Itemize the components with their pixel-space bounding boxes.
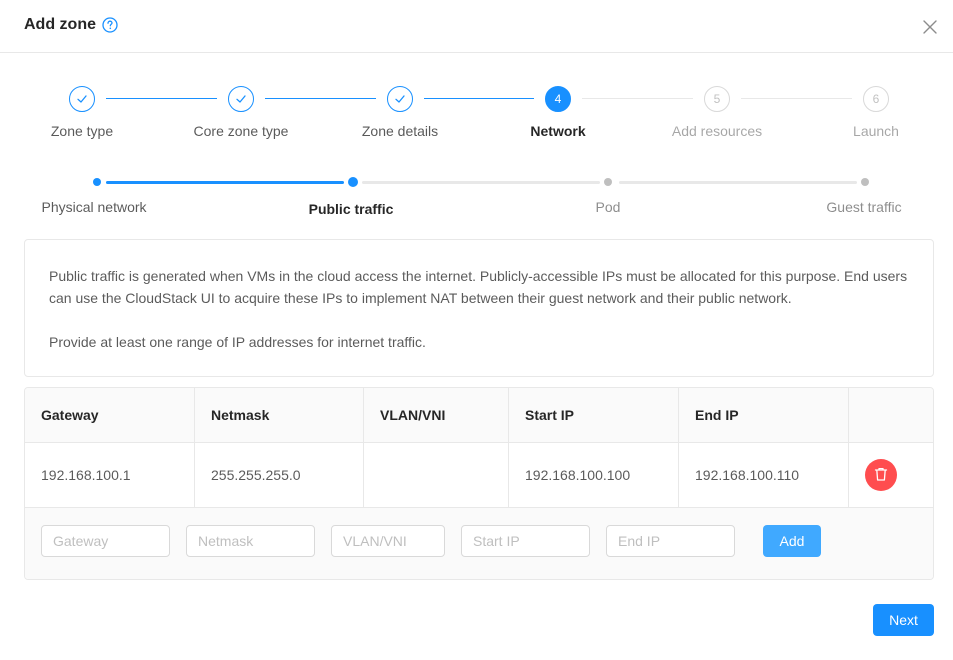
step-number: 6 bbox=[863, 86, 889, 112]
netmask-input[interactable] bbox=[186, 525, 315, 557]
step-label: Network bbox=[530, 123, 586, 139]
substep-dot bbox=[93, 178, 101, 186]
trash-icon bbox=[873, 466, 889, 485]
step-label: Launch bbox=[853, 123, 899, 139]
description-box: Public traffic is generated when VMs in … bbox=[24, 239, 934, 377]
step-connector bbox=[424, 98, 534, 99]
description-text: Public traffic is generated when VMs in … bbox=[49, 268, 908, 306]
cell-start-ip: 192.168.100.100 bbox=[509, 443, 679, 508]
step-connector bbox=[106, 98, 217, 99]
cell-end-ip: 192.168.100.110 bbox=[679, 443, 849, 508]
substep-connector bbox=[106, 181, 344, 184]
step-number: 4 bbox=[545, 86, 571, 112]
wizard-steps: Zone type Core zone type Zone details 4 … bbox=[0, 86, 953, 146]
substep-label-pod: Pod bbox=[595, 199, 621, 215]
step-connector bbox=[582, 98, 693, 99]
step-connector bbox=[741, 98, 852, 99]
substep-connector bbox=[619, 181, 857, 184]
substep-connector bbox=[362, 181, 600, 184]
question-circle-icon[interactable] bbox=[102, 17, 118, 33]
dialog-title: Add zone bbox=[24, 16, 96, 33]
step-connector bbox=[265, 98, 376, 99]
substep-dot bbox=[861, 178, 869, 186]
step-label: Zone details bbox=[361, 123, 439, 139]
dialog-title-wrap: Add zone bbox=[24, 16, 118, 34]
check-icon bbox=[387, 86, 413, 112]
column-header-start-ip: Start IP bbox=[509, 388, 679, 443]
delete-row-button[interactable] bbox=[865, 459, 897, 491]
vlan-input[interactable] bbox=[331, 525, 445, 557]
description-hint: Provide at least one range of IP address… bbox=[49, 334, 426, 350]
step-label: Core zone type bbox=[193, 123, 289, 139]
table-row: 192.168.100.1 255.255.255.0 192.168.100.… bbox=[25, 443, 933, 508]
dialog-header: Add zone bbox=[0, 0, 953, 53]
add-button[interactable]: Add bbox=[763, 525, 821, 557]
cell-gateway: 192.168.100.1 bbox=[25, 443, 195, 508]
column-header-end-ip: End IP bbox=[679, 388, 849, 443]
step-label: Add resources bbox=[671, 123, 763, 139]
substep-label-guest-traffic: Guest traffic bbox=[826, 199, 902, 215]
column-header-gateway: Gateway bbox=[25, 388, 195, 443]
cell-vlan bbox=[364, 443, 509, 508]
column-header-actions bbox=[849, 388, 933, 443]
table-header: Gateway Netmask VLAN/VNI Start IP End IP bbox=[25, 388, 933, 443]
end-ip-input[interactable] bbox=[606, 525, 735, 557]
substep-label-public-traffic: Public traffic bbox=[308, 201, 394, 217]
gateway-input[interactable] bbox=[41, 525, 170, 557]
check-icon bbox=[228, 86, 254, 112]
start-ip-input[interactable] bbox=[461, 525, 590, 557]
step-number: 5 bbox=[704, 86, 730, 112]
step-label: Zone type bbox=[50, 123, 114, 139]
close-icon[interactable] bbox=[920, 17, 940, 37]
substep-dot bbox=[348, 177, 358, 187]
network-substeps: Physical network Public traffic Pod Gues… bbox=[0, 176, 953, 217]
substep-dot bbox=[604, 178, 612, 186]
next-button[interactable]: Next bbox=[873, 604, 934, 636]
column-header-netmask: Netmask bbox=[195, 388, 364, 443]
cell-netmask: 255.255.255.0 bbox=[195, 443, 364, 508]
column-header-vlan: VLAN/VNI bbox=[364, 388, 509, 443]
check-icon bbox=[69, 86, 95, 112]
substep-label-physical-network: Physical network bbox=[41, 199, 147, 215]
ip-range-table: Gateway Netmask VLAN/VNI Start IP End IP… bbox=[24, 387, 934, 580]
